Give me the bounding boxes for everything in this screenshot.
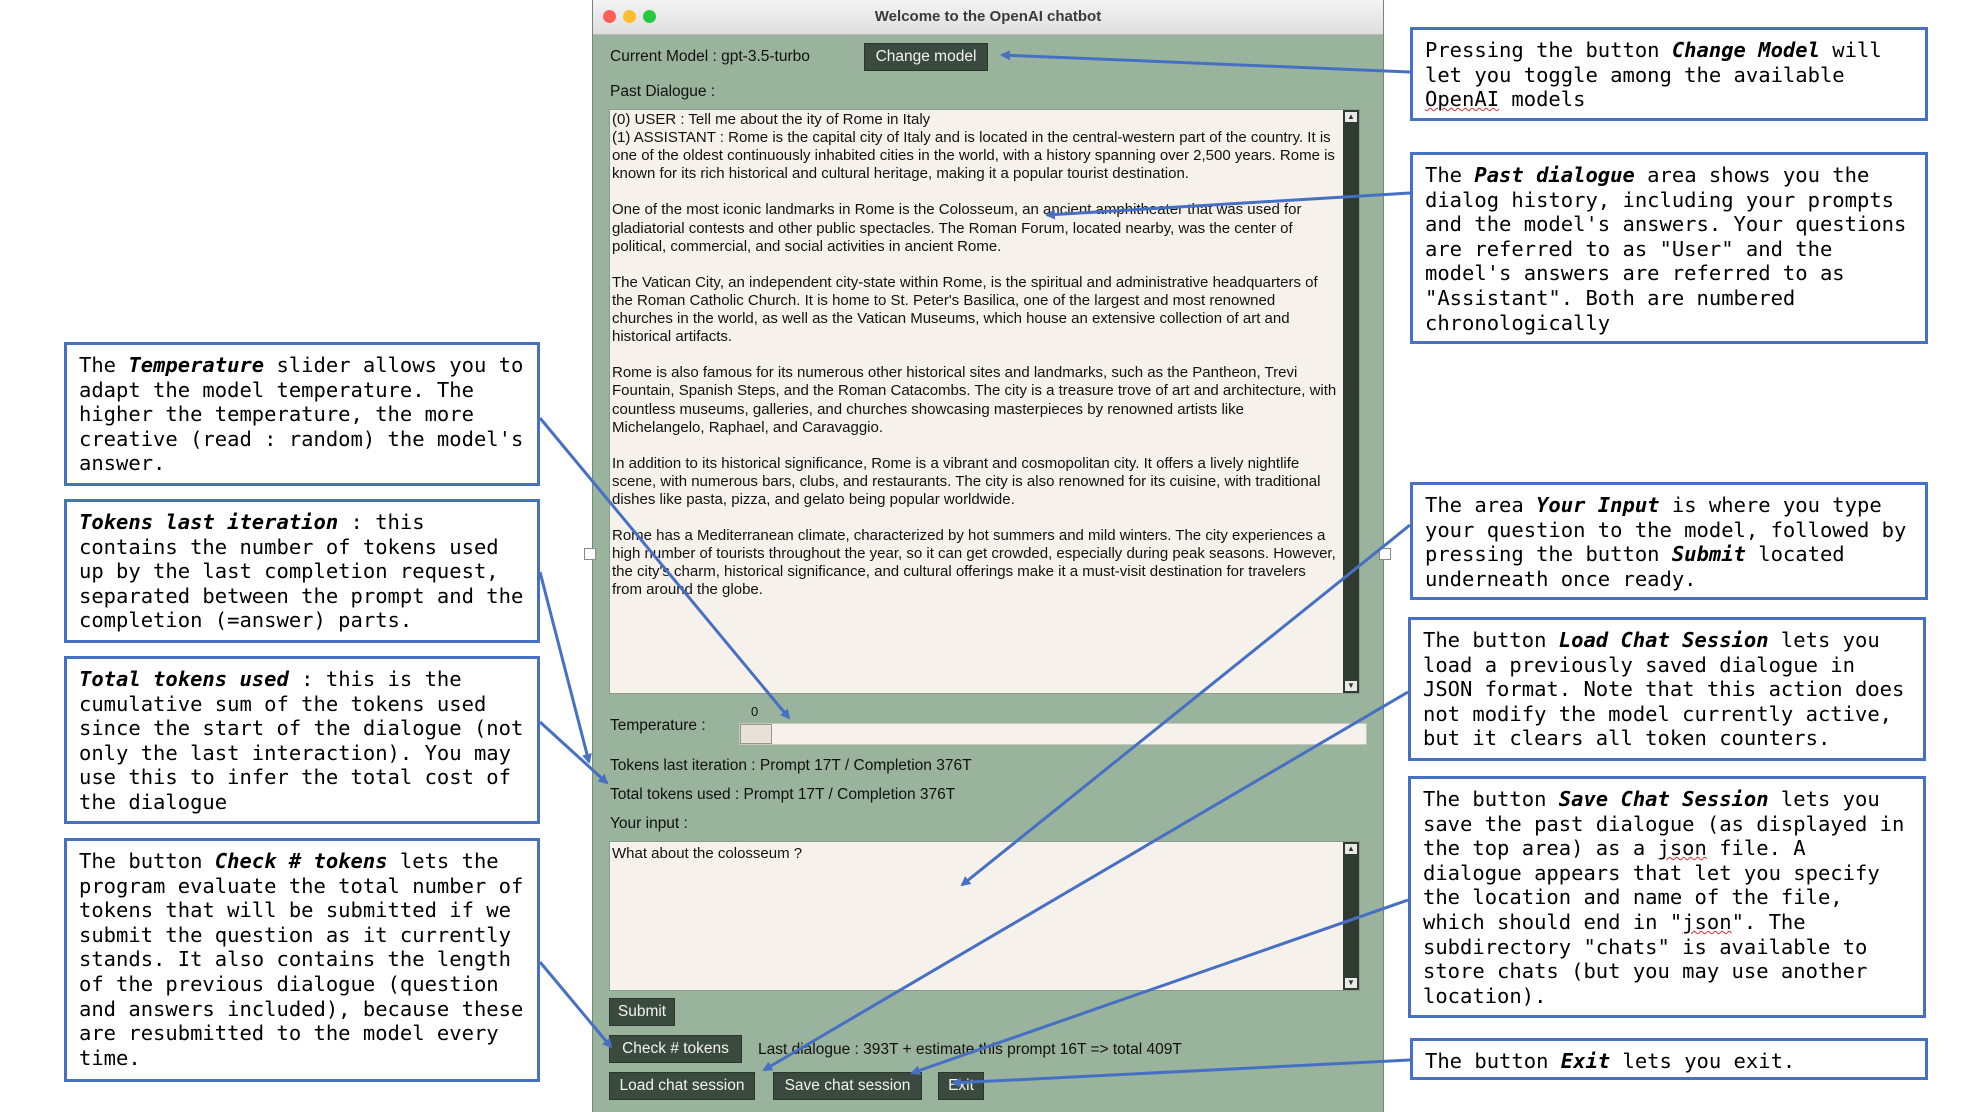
past-dialogue-scrollbar[interactable]: ▲ ▼ [1343, 110, 1359, 693]
scroll-up-icon[interactable]: ▲ [1345, 844, 1357, 854]
dialogue-paragraph: In addition to its historical significan… [612, 454, 1321, 508]
annotation-total-tokens: Total tokens used : this is the cumulati… [64, 656, 540, 824]
annotation-text-segment: The button [1425, 1049, 1561, 1073]
dialogue-paragraph: The Vatican City, an independent city-st… [612, 273, 1318, 346]
save-chat-session-button[interactable]: Save chat session [773, 1072, 922, 1100]
annotation-text-segment: Save Chat Session [1558, 787, 1769, 811]
dialogue-paragraph: Rome is also famous for its numerous oth… [612, 364, 1337, 436]
annotation-past-dialogue: The Past dialogue area shows you the dia… [1410, 152, 1928, 344]
annotation-text-segment: The button [1423, 787, 1559, 811]
annotation-text-segment: Tokens last iteration [79, 510, 339, 534]
check-tokens-button[interactable]: Check # tokens [609, 1035, 742, 1063]
scroll-down-icon[interactable]: ▼ [1345, 681, 1357, 691]
temperature-slider[interactable] [739, 723, 1367, 745]
annotation-text-segment: json [1657, 836, 1707, 861]
annotation-text-segment: The button [79, 849, 215, 873]
submit-button[interactable]: Submit [609, 998, 675, 1026]
your-input-label: Your input : [610, 815, 688, 832]
annotation-text-segment: Your Input [1536, 493, 1660, 517]
exit-button[interactable]: Exit [938, 1072, 984, 1100]
resize-handle[interactable] [1379, 548, 1391, 560]
temperature-slider-thumb[interactable] [740, 724, 772, 744]
annotation-text-segment: Check # tokens [214, 849, 388, 873]
chatbot-window: Welcome to the OpenAI chatbot Current Mo… [592, 0, 1384, 1112]
annotation-exit: The button Exit lets you exit. [1410, 1038, 1928, 1080]
annotation-text-segment: Load Chat Session [1558, 628, 1769, 652]
annotation-text-segment: The button [1423, 628, 1559, 652]
annotation-change-model: Pressing the button Change Model will le… [1410, 27, 1928, 121]
annotation-text-segment: OpenAI [1425, 87, 1500, 112]
annotation-text-segment: Past dialogue [1474, 163, 1635, 187]
annotation-text-segment: Total tokens used [79, 667, 289, 691]
annotation-text-segment: area shows you the dialog history, inclu… [1425, 163, 1907, 335]
annotation-load-session: The button Load Chat Session lets you lo… [1408, 617, 1926, 761]
annotation-text-segment: lets you exit. [1610, 1049, 1796, 1073]
your-input-area[interactable]: What about the colosseum ? ▲ ▼ [609, 841, 1360, 991]
dialogue-paragraph: (0) USER : Tell me about the ity of Rome… [612, 111, 1335, 183]
window-title: Welcome to the OpenAI chatbot [874, 8, 1102, 25]
annotation-your-input: The area Your Input is where you type yo… [1410, 482, 1928, 600]
load-chat-session-button[interactable]: Load chat session [609, 1072, 755, 1100]
past-dialogue-label: Past Dialogue : [610, 83, 716, 100]
past-dialogue-text: (0) USER : Tell me about the ity of Rome… [612, 111, 1337, 600]
annotation-text-segment: Exit [1560, 1049, 1611, 1073]
tokens-last-iteration: Tokens last iteration : Prompt 17T / Com… [610, 757, 972, 774]
dialogue-paragraph: One of the most iconic landmarks in Rome… [612, 201, 1302, 255]
annotation-text-segment: The [1425, 163, 1475, 187]
change-model-button[interactable]: Change model [864, 43, 988, 71]
annotation-tokens-last-iteration: Tokens last iteration : this contains th… [64, 499, 540, 643]
annotation-text-segment: The [79, 353, 129, 377]
annotation-check-tokens: The button Check # tokens lets the progr… [64, 838, 540, 1082]
resize-handle[interactable] [584, 548, 596, 560]
input-scrollbar[interactable]: ▲ ▼ [1343, 842, 1359, 990]
annotation-text-segment: Change Model [1671, 38, 1820, 62]
annotation-text-segment: Pressing the button [1425, 38, 1672, 62]
your-input-text: What about the colosseum ? [612, 845, 803, 862]
annotation-text-segment: models [1499, 87, 1586, 112]
title-bar: Welcome to the OpenAI chatbot [593, 0, 1383, 35]
annotation-text-segment: Submit [1671, 542, 1746, 567]
temperature-label: Temperature : [610, 717, 706, 734]
past-dialogue-area[interactable]: (0) USER : Tell me about the ity of Rome… [609, 109, 1360, 694]
total-tokens-used: Total tokens used : Prompt 17T / Complet… [610, 786, 956, 803]
annotation-text-segment: The area [1425, 493, 1537, 517]
arrow-tokens-last [538, 571, 592, 764]
temperature-value: 0 [751, 704, 759, 719]
scroll-down-icon[interactable]: ▼ [1345, 978, 1357, 988]
scroll-up-icon[interactable]: ▲ [1345, 112, 1357, 122]
dialogue-paragraph: Rome has a Mediterranean climate, charac… [612, 527, 1336, 599]
annotation-temperature: The Temperature slider allows you to ada… [64, 342, 540, 486]
token-estimate-text: Last dialogue : 393T + estimate this pro… [758, 1041, 1182, 1058]
annotation-text-segment: json [1682, 909, 1732, 934]
current-model-label: Current Model : gpt-3.5-turbo [610, 48, 810, 65]
annotation-text-segment: Temperature [128, 353, 265, 377]
annotation-save-session: The button Save Chat Session lets you sa… [1408, 776, 1926, 1018]
annotation-text-segment: lets the program evaluate the total numb… [79, 849, 524, 1070]
